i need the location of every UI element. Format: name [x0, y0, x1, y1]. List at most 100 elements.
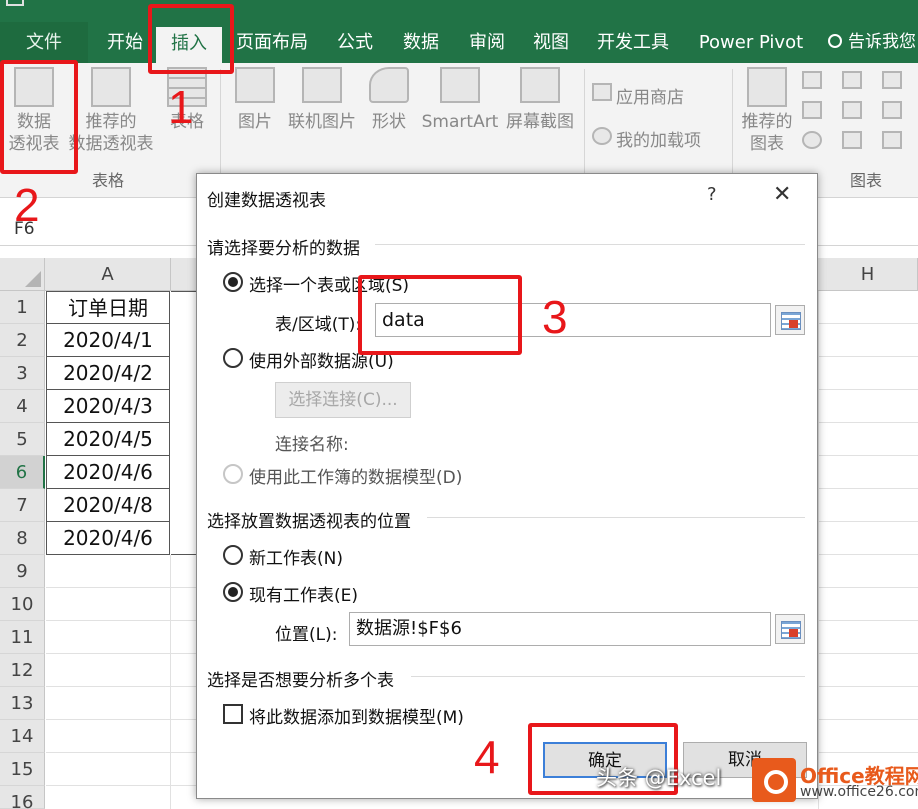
online-pictures-label: 联机图片	[288, 112, 356, 132]
create-pivot-table-dialog: 创建数据透视表 ? ✕ 请选择要分析的数据 选择一个表或区域(S) 表/区域(T…	[196, 173, 818, 799]
radio-existing-worksheet[interactable]	[223, 582, 243, 602]
row-header[interactable]: 1	[0, 291, 45, 324]
gridline	[46, 620, 196, 621]
row-header[interactable]: 9	[0, 555, 45, 588]
row-header[interactable]: 14	[0, 720, 45, 753]
store-button[interactable]: 应用商店	[616, 83, 684, 108]
section-choose-data: 请选择要分析的数据	[207, 239, 360, 259]
column-header-h[interactable]: H	[818, 258, 918, 291]
tell-me-label: 告诉我您	[848, 32, 916, 52]
table-cell[interactable]: 2020/4/1	[46, 324, 170, 357]
radio-select-range[interactable]	[223, 272, 243, 292]
bar-chart-icon[interactable]	[882, 71, 902, 89]
recommended-pivot-button[interactable]: 推荐的 数据透视表	[66, 67, 156, 155]
gridline	[818, 291, 819, 809]
gridline	[818, 422, 918, 423]
statistic-chart-icon[interactable]	[842, 101, 862, 119]
range-collapse-icon[interactable]	[775, 305, 805, 335]
location-input[interactable]: 数据源!$F$6	[349, 612, 771, 646]
section-multiple-tables: 选择是否想要分析多个表	[207, 671, 394, 691]
radio-new-worksheet[interactable]	[223, 545, 243, 565]
table-cell[interactable]: 2020/4/5	[46, 423, 170, 456]
row-header[interactable]: 13	[0, 687, 45, 720]
table-cell[interactable]: 订单日期	[46, 291, 170, 324]
close-button[interactable]: ✕	[773, 182, 791, 207]
gridline	[46, 653, 196, 654]
lightbulb-icon	[828, 34, 842, 48]
select-all-corner[interactable]	[0, 258, 45, 291]
tab-formulas[interactable]: 公式	[330, 22, 380, 63]
gridline	[818, 356, 918, 357]
tab-file[interactable]: 文件	[0, 22, 88, 63]
gridline	[818, 455, 918, 456]
smartart-icon	[440, 67, 480, 103]
table-cell[interactable]: 2020/4/3	[46, 390, 170, 423]
row-header[interactable]: 11	[0, 621, 45, 654]
gridline	[818, 521, 918, 522]
screenshot-button[interactable]: 屏幕截图	[500, 67, 580, 133]
range-label: 表/区域(T):	[275, 315, 362, 335]
row-header[interactable]: 7	[0, 489, 45, 522]
gridline	[818, 488, 918, 489]
radio-data-model[interactable]	[223, 464, 243, 484]
row-header[interactable]: 4	[0, 390, 45, 423]
group-charts-label: 图表	[850, 171, 883, 190]
row-header-selected[interactable]: 6	[0, 456, 45, 489]
column-chart-icon[interactable]	[802, 71, 822, 89]
tab-home[interactable]: 开始	[98, 22, 152, 63]
line-chart-icon[interactable]	[802, 101, 822, 119]
watermark-site-url: www.office26.com	[800, 784, 918, 800]
tab-review[interactable]: 审阅	[462, 22, 512, 63]
pictures-label: 图片	[238, 112, 272, 132]
add-to-data-model-checkbox[interactable]	[223, 704, 243, 724]
online-pictures-button[interactable]: 联机图片	[284, 67, 360, 133]
table-cell[interactable]: 2020/4/6	[46, 522, 170, 555]
row-header[interactable]: 2	[0, 324, 45, 357]
pictures-button[interactable]: 图片	[230, 67, 280, 133]
column-header-a[interactable]: A	[45, 258, 171, 291]
gridline	[46, 719, 196, 720]
pie-chart-icon[interactable]	[802, 131, 822, 149]
tab-page-layout[interactable]: 页面布局	[232, 22, 312, 63]
choose-connection-button[interactable]: 选择连接(C)...	[275, 382, 411, 418]
location-collapse-icon[interactable]	[775, 614, 805, 644]
hierarchy-chart-icon[interactable]	[842, 71, 862, 89]
my-addins-button[interactable]: 我的加载项	[616, 126, 701, 151]
tab-power-pivot[interactable]: Power Pivot	[692, 22, 810, 63]
recommended-charts-label-2: 图表	[750, 134, 784, 154]
row-header[interactable]: 5	[0, 423, 45, 456]
scatter-chart-icon[interactable]	[842, 131, 862, 149]
gridline	[46, 785, 196, 786]
pictures-icon	[235, 67, 275, 103]
tab-view[interactable]: 视图	[526, 22, 576, 63]
help-button[interactable]: ?	[707, 184, 717, 205]
row-header[interactable]: 12	[0, 654, 45, 687]
store-icon	[592, 83, 612, 101]
other-chart-icon[interactable]	[882, 131, 902, 149]
quick-access-save-icon[interactable]	[6, 0, 24, 6]
row-header[interactable]: 16	[0, 786, 45, 809]
radio-external-source[interactable]	[223, 348, 243, 368]
tab-developer[interactable]: 开发工具	[592, 22, 674, 63]
recommended-charts-button[interactable]: 推荐的 图表	[736, 67, 798, 155]
section-divider	[427, 517, 805, 518]
gridline	[46, 752, 196, 753]
gridline	[818, 752, 918, 753]
table-cell[interactable]: 2020/4/2	[46, 357, 170, 390]
column-header-b[interactable]	[171, 258, 197, 291]
row-header[interactable]: 3	[0, 357, 45, 390]
smartart-button[interactable]: SmartArt	[418, 67, 502, 133]
row-header[interactable]: 10	[0, 588, 45, 621]
table-cell[interactable]: 2020/4/8	[46, 489, 170, 522]
tab-data[interactable]: 数据	[396, 22, 446, 63]
tell-me-box[interactable]: 告诉我您	[828, 22, 916, 63]
row-header[interactable]: 15	[0, 753, 45, 786]
row-header[interactable]: 8	[0, 522, 45, 555]
annotation-number: 4	[474, 731, 500, 783]
combo-chart-icon[interactable]	[882, 101, 902, 119]
ribbon-separator	[732, 69, 733, 189]
gridline	[46, 587, 196, 588]
table-cell[interactable]: 2020/4/6	[46, 456, 170, 489]
watermark-toutiao: 头条 @Excel	[596, 766, 722, 790]
shapes-button[interactable]: 形状	[364, 67, 414, 133]
